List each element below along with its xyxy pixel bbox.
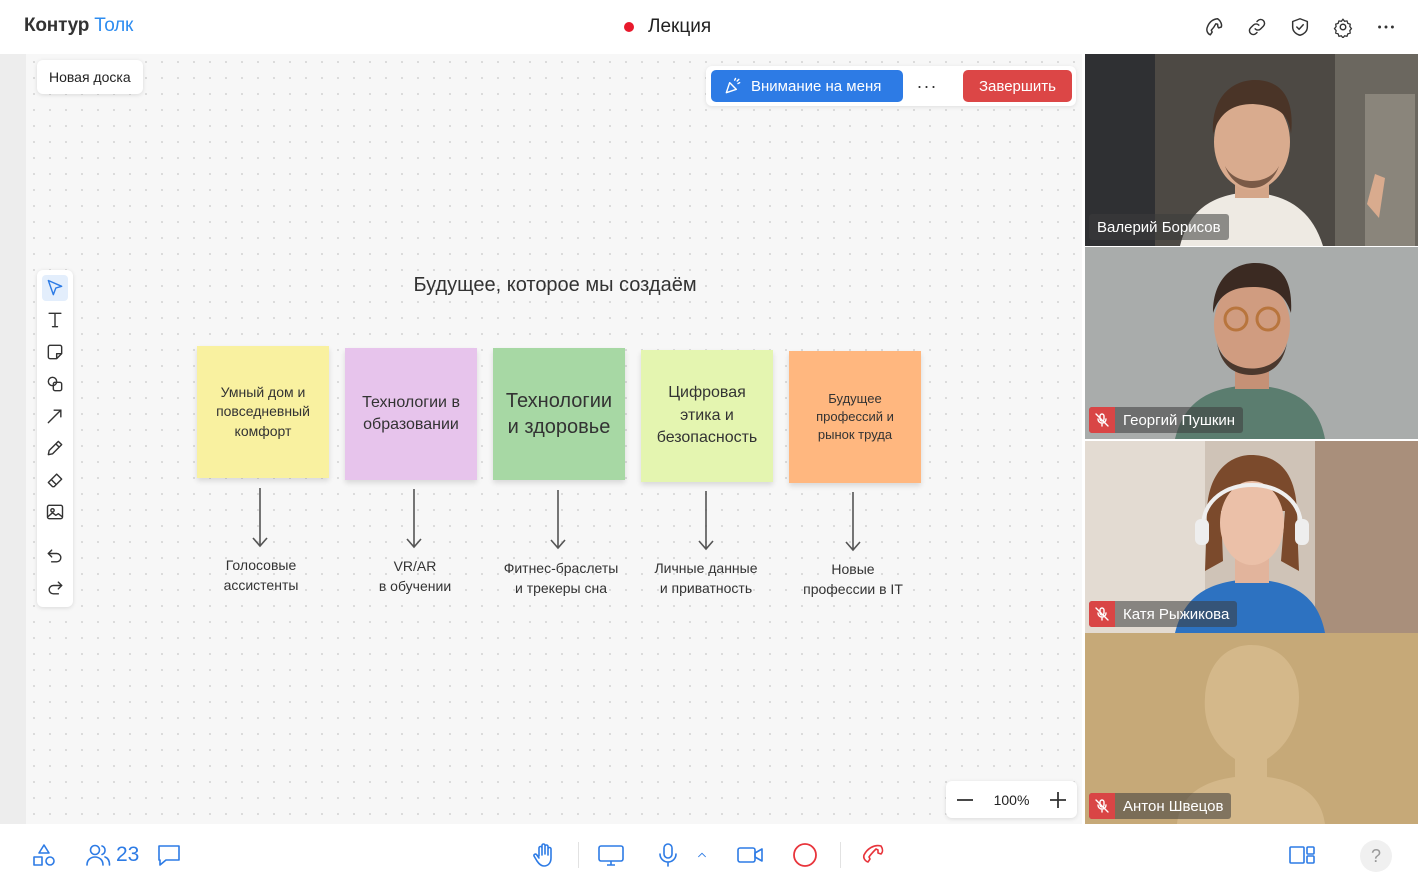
attention-button-label: Внимание на меня xyxy=(751,77,882,95)
top-header: Контур Толк Лекция xyxy=(0,0,1418,54)
down-arrow[interactable] xyxy=(696,489,716,553)
divider xyxy=(840,842,841,868)
link-icon[interactable] xyxy=(1243,13,1271,41)
app-logo: Контур Толк xyxy=(24,15,133,37)
mic-off-icon xyxy=(1089,407,1115,433)
gear-icon[interactable] xyxy=(1329,13,1357,41)
sticky-note[interactable]: Технологии в образовании xyxy=(345,348,477,480)
participant-name-tag: Георгий Пушкин xyxy=(1089,407,1244,433)
help-button[interactable]: ? xyxy=(1360,840,1392,872)
mic-off-icon xyxy=(1089,793,1115,819)
logo-brand: Контур xyxy=(24,15,90,36)
cursor-icon[interactable] xyxy=(42,275,68,301)
participants-count: 23 xyxy=(116,843,140,866)
logo-product: Толк xyxy=(94,15,134,36)
mic-off-icon xyxy=(1089,601,1115,627)
sticky-note[interactable]: Технологии и здоровье xyxy=(493,348,625,480)
caption-line: Голосовые xyxy=(225,557,297,573)
board-name-label[interactable]: Новая доска xyxy=(37,60,143,94)
chevron-up-icon[interactable] xyxy=(694,840,710,870)
pencil-icon[interactable] xyxy=(42,435,68,461)
arrow-icon[interactable] xyxy=(42,403,68,429)
text-icon[interactable] xyxy=(42,307,68,333)
drawing-tools-panel xyxy=(37,270,73,607)
sticky-note[interactable]: Цифровая этика и безопасность xyxy=(641,350,773,482)
phone-icon[interactable] xyxy=(1200,13,1228,41)
note-caption[interactable]: Новые профессии в IT xyxy=(778,560,928,599)
header-actions xyxy=(1185,13,1400,41)
down-arrow[interactable] xyxy=(843,490,863,554)
camera-icon[interactable] xyxy=(735,840,765,870)
board-title[interactable]: Будущее, которое мы создаём xyxy=(340,274,770,297)
down-arrow[interactable] xyxy=(250,486,270,550)
recording-dot-icon xyxy=(624,22,634,32)
participant-name: Антон Швецов xyxy=(1123,797,1224,815)
chat-icon[interactable] xyxy=(155,840,183,870)
attention-button[interactable]: Внимание на меня xyxy=(711,70,903,102)
caption-line: Личные данные xyxy=(654,560,758,576)
board-top-toolbar: Внимание на меня ··· Завершить xyxy=(706,66,1076,106)
zoom-out-icon[interactable] xyxy=(954,789,976,811)
apps-shapes-icon[interactable] xyxy=(30,840,58,870)
megaphone-icon xyxy=(725,77,741,94)
down-arrow[interactable] xyxy=(404,487,424,551)
participant-name: Катя Рыжикова xyxy=(1123,605,1230,623)
people-icon xyxy=(86,844,111,866)
left-edge-strip xyxy=(0,54,26,824)
more-icon[interactable] xyxy=(1372,13,1400,41)
caption-line: в обучении xyxy=(378,577,452,594)
divider xyxy=(578,842,579,868)
redo-icon[interactable] xyxy=(42,575,68,601)
zoom-control: 100% xyxy=(946,781,1077,818)
meeting-title: Лекция xyxy=(624,16,711,38)
video-tile[interactable]: Валерий Борисов xyxy=(1085,54,1418,246)
sticky-note[interactable]: Умный дом и повседневный комфорт xyxy=(197,346,329,478)
note-caption[interactable]: Голосовые ассистенты xyxy=(186,556,336,595)
participant-name-tag: Катя Рыжикова xyxy=(1089,601,1238,627)
video-tile[interactable]: Катя Рыжикова xyxy=(1085,441,1418,633)
caption-line: ассистенты xyxy=(223,576,299,593)
sticky-note-icon[interactable] xyxy=(42,339,68,365)
participants-button[interactable]: 23 xyxy=(84,840,139,870)
leave-call-icon[interactable] xyxy=(859,840,887,870)
caption-line: и приватность xyxy=(659,579,753,596)
note-caption[interactable]: VR/AR в обучении xyxy=(340,557,490,596)
caption-line: VR/AR xyxy=(393,558,437,574)
image-icon[interactable] xyxy=(42,499,68,525)
bottom-control-bar: 23 xyxy=(0,824,1418,886)
microphone-icon[interactable] xyxy=(654,840,682,870)
video-tile[interactable]: Антон Швецов xyxy=(1085,633,1418,824)
layout-icon[interactable] xyxy=(1288,840,1316,870)
note-caption[interactable]: Фитнес-браслеты и трекеры сна xyxy=(486,559,636,598)
sticky-note[interactable]: Будущее профессий и рынок труда xyxy=(789,351,921,483)
caption-line: профессии в IT xyxy=(803,580,903,597)
end-button[interactable]: Завершить xyxy=(963,70,1072,102)
caption-line: Фитнес-браслеты xyxy=(503,560,619,576)
meeting-title-text: Лекция xyxy=(648,16,712,37)
participant-name: Георгий Пушкин xyxy=(1123,411,1236,429)
undo-icon[interactable] xyxy=(42,543,68,569)
down-arrow[interactable] xyxy=(548,488,568,552)
video-tile[interactable]: Георгий Пушкин xyxy=(1085,247,1418,439)
participant-name-tag: Антон Швецов xyxy=(1089,793,1232,819)
screen-share-icon[interactable] xyxy=(597,840,625,870)
zoom-level: 100% xyxy=(993,791,1030,808)
raise-hand-icon[interactable] xyxy=(530,840,558,870)
caption-line: и трекеры сна xyxy=(514,579,608,596)
eraser-icon[interactable] xyxy=(42,467,68,493)
participant-name-tag: Валерий Борисов xyxy=(1089,214,1229,240)
record-icon[interactable] xyxy=(791,840,819,870)
zoom-in-icon[interactable] xyxy=(1047,789,1069,811)
participant-name: Валерий Борисов xyxy=(1097,218,1221,236)
shield-check-icon[interactable] xyxy=(1286,13,1314,41)
note-caption[interactable]: Личные данные и приватность xyxy=(631,559,781,598)
board-more-button[interactable]: ··· xyxy=(911,70,943,102)
caption-line: Новые xyxy=(831,561,875,577)
shapes-icon[interactable] xyxy=(42,371,68,397)
